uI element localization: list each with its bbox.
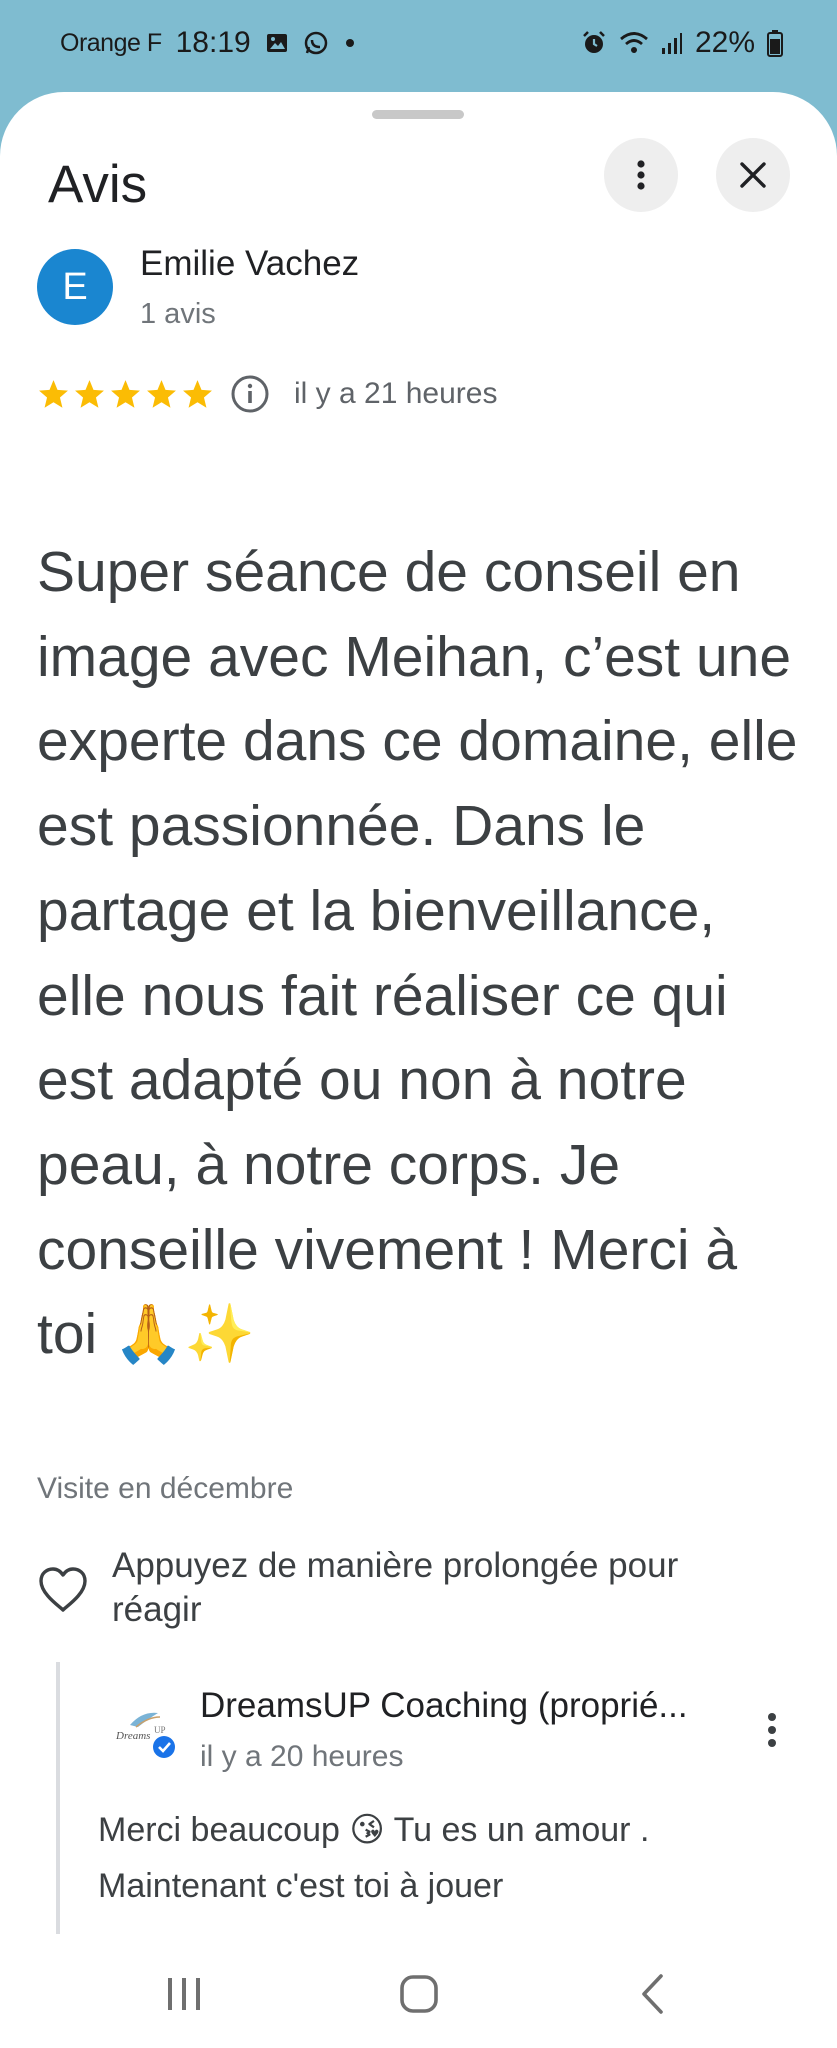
- reviewer-name[interactable]: Emilie Vachez: [140, 244, 359, 284]
- star-icon: [147, 379, 176, 408]
- back-button[interactable]: [632, 1970, 672, 2018]
- visit-date: Visite en décembre: [37, 1472, 294, 1505]
- rating-row: il y a 21 heures: [37, 374, 497, 414]
- owner-logo[interactable]: Dreams UP: [108, 1695, 182, 1769]
- close-button[interactable]: [716, 138, 790, 212]
- more-options-button[interactable]: [604, 138, 678, 212]
- owner-reply-more-button[interactable]: [752, 1702, 792, 1758]
- status-left: Orange F 18:19: [60, 26, 357, 60]
- reviewer-review-count: 1 avis: [140, 298, 216, 330]
- reply-indent-line: [56, 1662, 60, 1934]
- star-icon: [39, 379, 68, 408]
- alarm-icon: [581, 30, 607, 56]
- gallery-icon: [265, 31, 289, 55]
- more-vert-icon: [637, 160, 645, 190]
- back-icon: [642, 1974, 663, 2014]
- signal-icon: [661, 31, 683, 55]
- react-label: Appuyez de manière prolongée pour réagir: [112, 1546, 679, 1629]
- recent-apps-button[interactable]: [160, 1970, 208, 2018]
- battery-icon: [767, 29, 783, 57]
- drag-handle[interactable]: [372, 110, 464, 119]
- carrier-label: Orange F: [60, 28, 162, 57]
- review-time: il y a 21 heures: [294, 377, 498, 410]
- battery-percent: 22%: [694, 26, 755, 59]
- heart-icon: [39, 1567, 87, 1612]
- whatsapp-icon: [303, 30, 329, 56]
- owner-reply-time: il y a 20 heures: [200, 1740, 404, 1773]
- reviewer-avatar[interactable]: E: [37, 249, 113, 325]
- close-icon: [740, 162, 766, 188]
- reviews-sheet: Avis E Emilie Vachez 1 avis il y a 21 he…: [0, 92, 837, 2048]
- info-icon[interactable]: [230, 374, 270, 414]
- status-right: 22%: [581, 26, 783, 60]
- star-icon: [183, 379, 212, 408]
- system-nav-bar: [0, 1940, 837, 2048]
- review-text: Super séance de conseil en image avec Me…: [37, 540, 798, 1367]
- clock: 18:19: [175, 26, 251, 59]
- owner-reply-text: Merci beaucoup 😘 Tu es un amour . Mainte…: [98, 1811, 650, 1905]
- owner-name[interactable]: DreamsUP Coaching (proprié...: [200, 1686, 688, 1726]
- recent-apps-icon: [168, 1978, 200, 2010]
- home-icon: [400, 1975, 438, 2013]
- wifi-icon: [619, 30, 649, 56]
- more-vert-icon: [768, 1713, 776, 1747]
- svg-text:UP: UP: [154, 1725, 166, 1735]
- sheet-title: Avis: [48, 155, 148, 214]
- star-icon: [111, 379, 140, 408]
- home-button[interactable]: [395, 1970, 443, 2018]
- svg-text:Dreams: Dreams: [115, 1730, 150, 1742]
- status-bar: Orange F 18:19 22%: [0, 0, 837, 90]
- dot-icon: [343, 36, 357, 50]
- star-rating: [37, 378, 214, 411]
- star-icon: [75, 379, 104, 408]
